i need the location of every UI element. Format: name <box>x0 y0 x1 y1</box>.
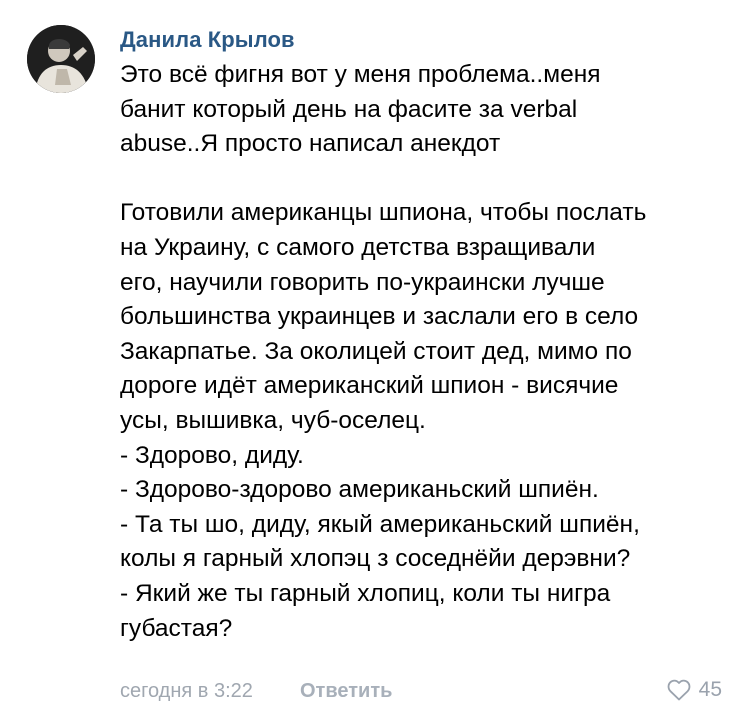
comment: Данила Крылов Это всё фигня вот у меня п… <box>0 0 750 720</box>
comment-line: Готовили американцы шпиона, чтобы послат… <box>120 199 647 227</box>
comment-footer: сегодня в 3:22 Ответить 45 <box>120 678 730 706</box>
heart-outline-icon <box>667 679 691 701</box>
comment-line: - Здорово-здорово американьский шпиён. <box>120 476 599 504</box>
comment-line: его, научили говорить по-украински лучше <box>120 268 605 296</box>
comment-line: - Який же ты гарный хлопиц, коли ты нигр… <box>120 579 611 607</box>
likes-count: 45 <box>698 678 722 701</box>
comment-author[interactable]: Данила Крылов <box>120 27 295 53</box>
comment-line: - Здорово, диду. <box>120 441 304 469</box>
comment-line: Закарпатье. За околицей стоит дед, мимо … <box>120 337 632 365</box>
comment-line: большинства украинцев и заслали его в се… <box>120 303 639 331</box>
like-button[interactable]: 45 <box>667 678 722 702</box>
reply-button[interactable]: Ответить <box>300 680 392 703</box>
comment-line: - Та ты шо, диду, якый американьский шпи… <box>120 510 640 538</box>
comment-line: на Украину, с самого детства взращивали <box>120 233 596 261</box>
comment-line: Это всё фигня вот у меня проблема..меня <box>120 61 601 88</box>
avatar-photo <box>27 25 95 93</box>
comment-line: губастая? <box>120 614 233 642</box>
comment-line: дороге идёт американский шпион - висячие <box>120 372 619 400</box>
comment-line: колы я гарный хлопэц з соседнёйи дерэвни… <box>120 545 631 573</box>
comment-text: Это всё фигня вот у меня проблема..меня … <box>120 58 730 646</box>
comment-line: банит который день на фасите за verbal <box>120 95 578 123</box>
comment-line: усы, вышивка, чуб-оселец. <box>120 406 426 434</box>
comment-line: abuse..Я просто написал анекдот <box>120 130 501 158</box>
comment-line-blank <box>120 162 730 197</box>
comment-date: сегодня в 3:22 <box>120 680 253 702</box>
avatar[interactable] <box>27 25 95 93</box>
